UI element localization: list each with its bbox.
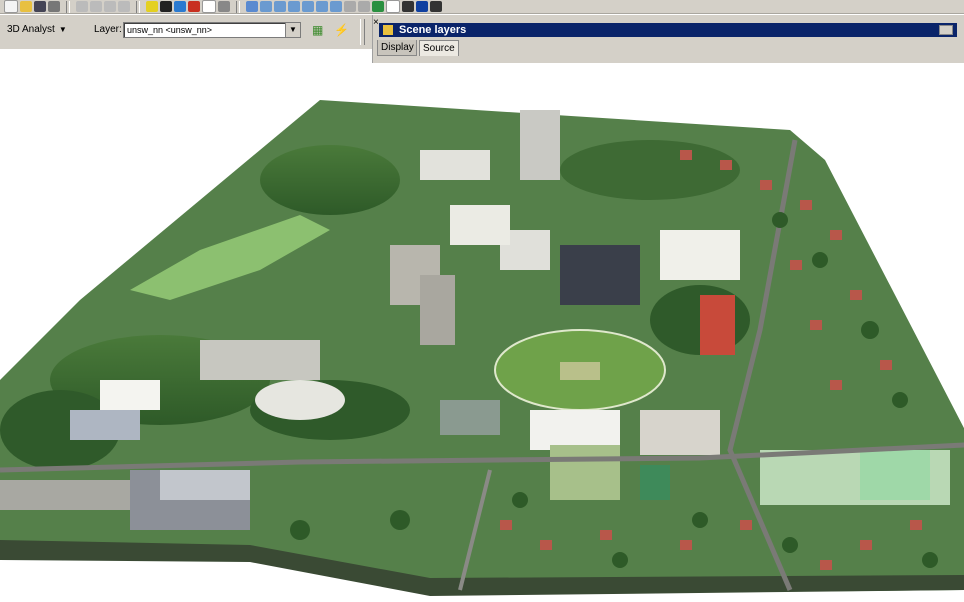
3d-scene-view[interactable] [0,64,964,602]
building [550,445,620,500]
globe-icon[interactable] [174,1,186,12]
building [660,230,740,280]
copy-icon[interactable] [90,1,102,12]
building [255,380,345,420]
navigate-icon[interactable] [246,1,258,12]
steepest-path-icon[interactable]: ⚡ [334,23,350,37]
panel-menu-icon[interactable] [939,25,953,35]
zoom-to-target-icon[interactable] [288,1,300,12]
building [420,150,490,180]
layers-icon [383,25,393,35]
zoom-out-icon[interactable] [316,1,328,12]
print-icon[interactable] [48,1,60,12]
building [560,245,640,305]
toolbar-separator [236,0,240,13]
scene-properties-icon[interactable] [430,1,442,12]
cut-icon[interactable] [76,1,88,12]
pitch [560,362,600,380]
building [700,295,735,355]
tab-display[interactable]: Display [377,40,417,56]
expand-view-icon[interactable] [358,1,370,12]
building [0,480,130,510]
select-elements-icon[interactable] [402,1,414,12]
layer-label: Layer: [94,24,122,35]
toolbar-separator [136,0,140,13]
panel-title-bar: Scene layers [379,23,957,37]
3d-analyst-toolbar: 3D Analyst ▼ Layer: unsw_nn <unsw_nn> ▼ … [0,15,372,49]
delete-icon[interactable] [118,1,130,12]
zoom-in-icon[interactable] [302,1,314,12]
building [530,410,620,450]
identify-icon[interactable] [416,1,428,12]
building [520,110,560,180]
building [450,205,510,245]
whats-this-icon[interactable] [218,1,230,12]
3d-analyst-menu[interactable]: 3D Analyst ▼ [4,22,70,37]
layer-select-value: unsw_nn <unsw_nn> [127,25,213,35]
panel-title: Scene layers [399,24,467,36]
toolbar-grip[interactable] [360,19,365,45]
tree-cluster [260,145,400,215]
pan-icon[interactable] [330,1,342,12]
building [640,410,720,455]
select-features-icon[interactable] [386,0,400,13]
building [860,450,930,500]
arcscene-icon[interactable] [188,1,200,12]
building [640,465,670,500]
add-data-icon[interactable] [146,1,158,12]
open-folder-icon[interactable] [20,1,32,12]
building [440,400,500,435]
building [100,380,160,410]
paste-icon[interactable] [104,1,116,12]
window-icon[interactable] [202,0,216,13]
chevron-down-icon: ▼ [58,25,67,34]
tree-cluster [560,140,740,200]
building [420,275,455,345]
dropdown-arrow-icon[interactable]: ▼ [285,23,300,37]
target-icon[interactable] [274,1,286,12]
fly-icon[interactable] [260,1,272,12]
layer-icon[interactable] [160,1,172,12]
layer-select[interactable]: unsw_nn <unsw_nn> ▼ [123,22,301,38]
3d-analyst-label: 3D Analyst [7,24,55,35]
main-toolbar [0,0,964,14]
create-contours-icon[interactable]: ▦ [312,23,328,37]
toolbar-separator [66,0,70,13]
tab-source[interactable]: Source [419,40,459,56]
building [160,470,250,500]
building [200,340,320,380]
new-document-icon[interactable] [4,0,18,13]
narrow-view-icon[interactable] [344,1,356,12]
scene-layers-panel: × Scene layers Display Source [372,15,964,63]
full-extent-icon[interactable] [372,1,384,12]
building [70,410,140,440]
save-icon[interactable] [34,1,46,12]
